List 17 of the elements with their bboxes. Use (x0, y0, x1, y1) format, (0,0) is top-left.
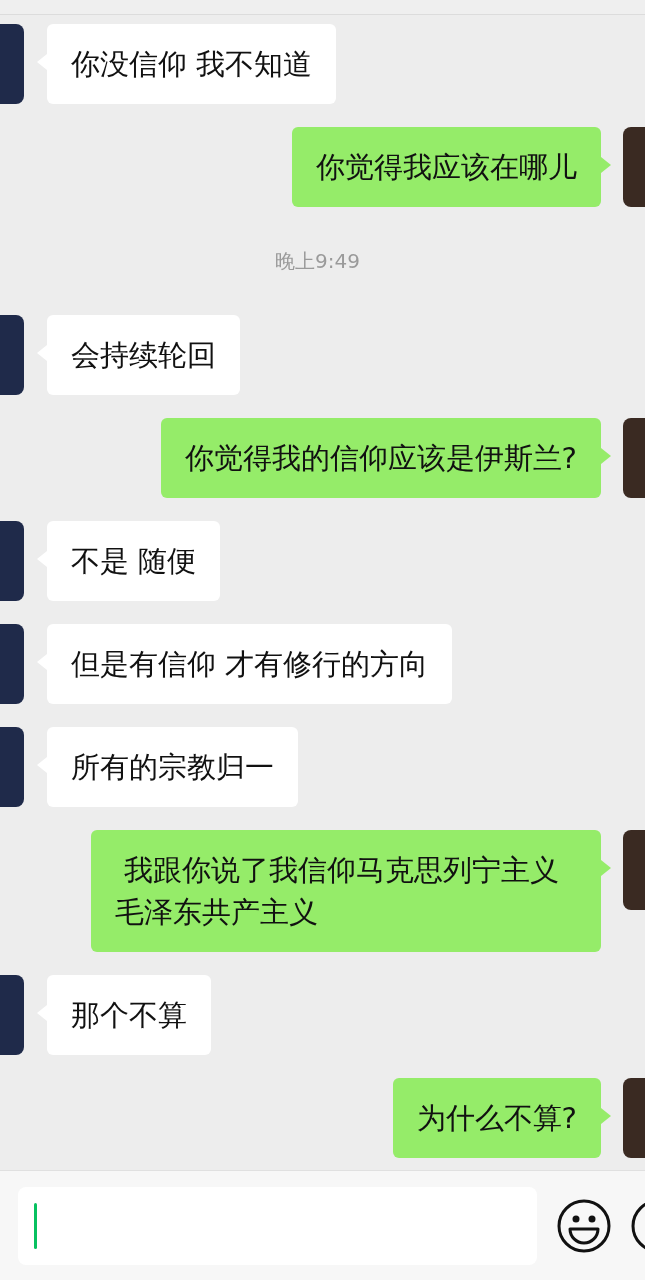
message-bubble: 但是有信仰 才有修行的方向 (47, 624, 453, 704)
message-bubble: 你觉得我的信仰应该是伊斯兰? (160, 418, 601, 498)
message-bubble: 为什么不算? (392, 1078, 601, 1158)
message-bubble: 你觉得我应该在哪儿 (292, 127, 601, 207)
timestamp: 晚上9:49 (275, 248, 360, 275)
message-bubble: 我跟你说了我信仰马克思列宁主义毛泽东共产主义 (91, 830, 601, 952)
bubble-tail (601, 860, 611, 876)
bubble-tail (601, 448, 611, 464)
message-input-field[interactable] (18, 1186, 537, 1265)
message-bubble: 所有的宗教归一 (47, 727, 298, 807)
bubble-tail (601, 157, 611, 173)
message-bubble: 不是 随便 (47, 521, 221, 601)
emoji-icon[interactable] (557, 1198, 611, 1253)
bubble-tail (601, 1108, 611, 1124)
message-bubble: 会持续轮回 (47, 315, 240, 395)
message-bubble: 那个不算 (47, 975, 211, 1055)
message-bubble: 你没信仰 我不知道 (47, 24, 337, 104)
